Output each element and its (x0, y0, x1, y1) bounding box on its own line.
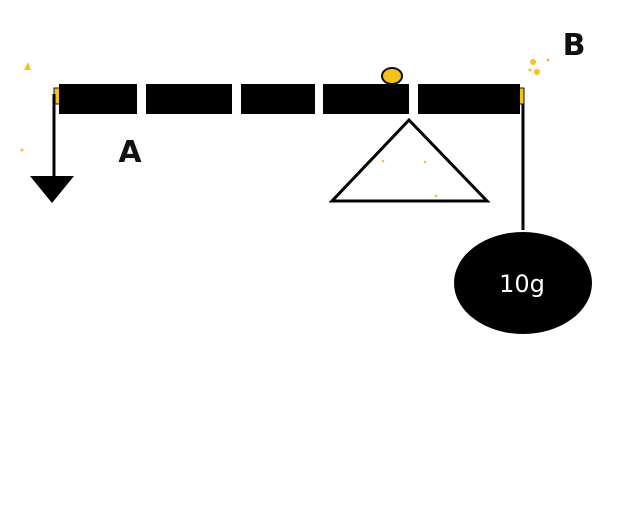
b-yellow-speck (530, 59, 536, 65)
lever-segment-1 (59, 84, 137, 114)
force-arrowhead (30, 176, 74, 203)
label-b: B (563, 28, 586, 63)
b-yellow-speck (534, 69, 540, 75)
pivot-marker-icon (381, 67, 403, 85)
small-yellow-speck (20, 148, 24, 152)
small-yellow-speck (381, 159, 385, 163)
b-yellow-speck (528, 68, 532, 72)
lever-segment-4 (323, 84, 409, 114)
small-yellow-speck (434, 194, 438, 198)
lever-segment-2 (146, 84, 232, 114)
lever-segment-3 (241, 84, 315, 114)
left-yellow-speck (24, 62, 31, 70)
segmented-lever-bar (59, 84, 520, 114)
lever-balance-diagram: 10g A B (20, 28, 592, 334)
decorative-specks (20, 58, 550, 198)
mass-label: 10g (499, 270, 545, 298)
small-yellow-speck (423, 160, 427, 164)
fulcrum-triangle-icon (328, 117, 491, 203)
lever-segment-5 (418, 84, 520, 114)
label-a: A (118, 135, 142, 170)
b-yellow-speck (546, 58, 550, 62)
